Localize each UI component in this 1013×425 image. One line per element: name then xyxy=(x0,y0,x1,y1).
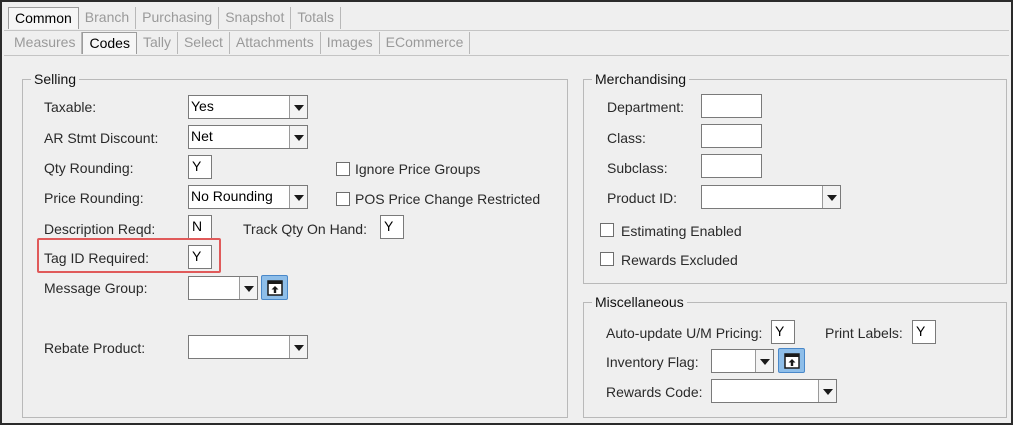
merchandising-legend: Merchandising xyxy=(595,71,687,87)
department-field[interactable] xyxy=(701,94,762,118)
ar-stmt-discount-select[interactable]: Net xyxy=(188,125,308,149)
price-rounding-select[interactable]: No Rounding xyxy=(188,185,308,209)
product-id-label: Product ID: xyxy=(607,190,678,206)
inventory-flag-select[interactable] xyxy=(711,349,774,373)
miscellaneous-legend: Miscellaneous xyxy=(595,294,684,310)
class-label: Class: xyxy=(607,130,646,146)
tab-measures[interactable]: Measures xyxy=(8,32,83,54)
department-label: Department: xyxy=(607,99,685,115)
track-qty-on-hand-field[interactable]: Y xyxy=(380,215,404,239)
tab-codes[interactable]: Codes xyxy=(82,32,137,54)
chevron-down-icon[interactable] xyxy=(289,186,307,208)
ar-stmt-discount-value: Net xyxy=(191,128,213,144)
tab-snapshot[interactable]: Snapshot xyxy=(219,7,292,29)
tag-id-required-label: Tag ID Required: xyxy=(44,250,150,266)
ar-stmt-discount-label: AR Stmt Discount: xyxy=(44,130,159,146)
tab-images[interactable]: Images xyxy=(321,32,380,54)
primary-tab-bar: Common Branch Purchasing Snapshot Totals xyxy=(8,7,341,29)
rewards-code-select[interactable] xyxy=(711,379,837,403)
tab-attachments[interactable]: Attachments xyxy=(230,32,321,54)
rebate-product-select[interactable] xyxy=(188,335,308,359)
lookup-icon xyxy=(784,353,800,369)
pos-price-change-restricted-checkbox[interactable] xyxy=(336,192,350,206)
taxable-select[interactable]: Yes xyxy=(188,95,308,119)
chevron-down-icon[interactable] xyxy=(818,380,836,402)
rebate-product-label: Rebate Product: xyxy=(44,340,146,356)
message-group-lookup-button[interactable] xyxy=(261,275,288,300)
product-id-select[interactable] xyxy=(701,185,841,209)
chevron-down-icon[interactable] xyxy=(289,336,307,358)
lookup-icon xyxy=(267,280,283,296)
tab-tally[interactable]: Tally xyxy=(137,32,178,54)
inventory-flag-label: Inventory Flag: xyxy=(606,354,699,370)
selling-legend: Selling xyxy=(34,71,77,87)
price-rounding-value: No Rounding xyxy=(191,188,273,204)
qty-rounding-label: Qty Rounding: xyxy=(44,160,134,176)
message-group-select[interactable] xyxy=(188,276,258,300)
description-reqd-label: Description Reqd: xyxy=(44,221,156,237)
estimating-enabled-checkbox[interactable] xyxy=(600,223,614,237)
taxable-label: Taxable: xyxy=(44,99,97,115)
rewards-excluded-label: Rewards Excluded xyxy=(621,252,738,268)
pos-price-change-restricted-label: POS Price Change Restricted xyxy=(355,191,541,207)
chevron-down-icon[interactable] xyxy=(755,350,773,372)
tab-totals[interactable]: Totals xyxy=(291,7,341,29)
rewards-excluded-checkbox[interactable] xyxy=(600,252,614,266)
secondary-tab-bar: Measures Codes Tally Select Attachments … xyxy=(8,32,471,54)
subclass-label: Subclass: xyxy=(607,160,668,176)
ignore-price-groups-checkbox[interactable] xyxy=(336,162,350,176)
chevron-down-icon[interactable] xyxy=(289,126,307,148)
product-codes-window: Common Branch Purchasing Snapshot Totals… xyxy=(0,0,1013,425)
description-reqd-field[interactable]: N xyxy=(188,215,212,239)
auto-update-um-pricing-field[interactable]: Y xyxy=(771,320,795,344)
ignore-price-groups-label: Ignore Price Groups xyxy=(355,161,481,177)
print-labels-label: Print Labels: xyxy=(825,325,903,341)
tab-purchasing[interactable]: Purchasing xyxy=(136,7,220,29)
tag-id-required-field[interactable]: Y xyxy=(188,245,212,269)
estimating-enabled-label: Estimating Enabled xyxy=(621,223,742,239)
auto-update-um-pricing-label: Auto-update U/M Pricing: xyxy=(606,325,763,341)
chevron-down-icon[interactable] xyxy=(822,186,840,208)
class-field[interactable] xyxy=(701,124,762,148)
subclass-field[interactable] xyxy=(701,154,762,178)
tab-common[interactable]: Common xyxy=(8,7,79,29)
track-qty-on-hand-label: Track Qty On Hand: xyxy=(243,221,367,237)
tab-branch[interactable]: Branch xyxy=(79,7,137,29)
taxable-value: Yes xyxy=(191,98,214,114)
tab-divider xyxy=(4,55,1009,56)
tab-divider xyxy=(4,30,1009,31)
tab-ecommerce[interactable]: ECommerce xyxy=(380,32,471,54)
qty-rounding-field[interactable]: Y xyxy=(188,155,212,179)
message-group-label: Message Group: xyxy=(44,280,148,296)
chevron-down-icon[interactable] xyxy=(289,96,307,118)
inventory-flag-lookup-button[interactable] xyxy=(778,348,805,373)
chevron-down-icon[interactable] xyxy=(239,277,257,299)
tab-select[interactable]: Select xyxy=(178,32,230,54)
rewards-code-label: Rewards Code: xyxy=(606,384,703,400)
price-rounding-label: Price Rounding: xyxy=(44,190,144,206)
print-labels-field[interactable]: Y xyxy=(912,320,936,344)
